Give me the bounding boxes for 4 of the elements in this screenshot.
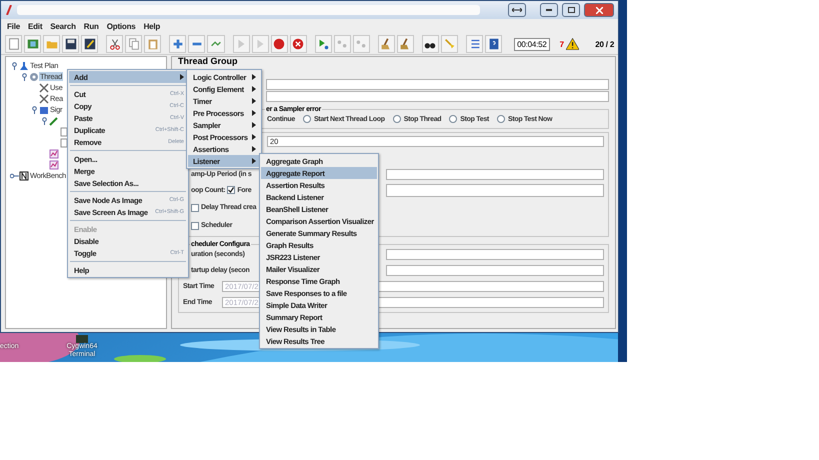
- thread-count: 20 / 2: [595, 40, 614, 48]
- panel-title: Thread Group: [178, 57, 238, 66]
- error-count: 7: [560, 40, 564, 48]
- elapsed-time: 00:04:52: [514, 38, 550, 50]
